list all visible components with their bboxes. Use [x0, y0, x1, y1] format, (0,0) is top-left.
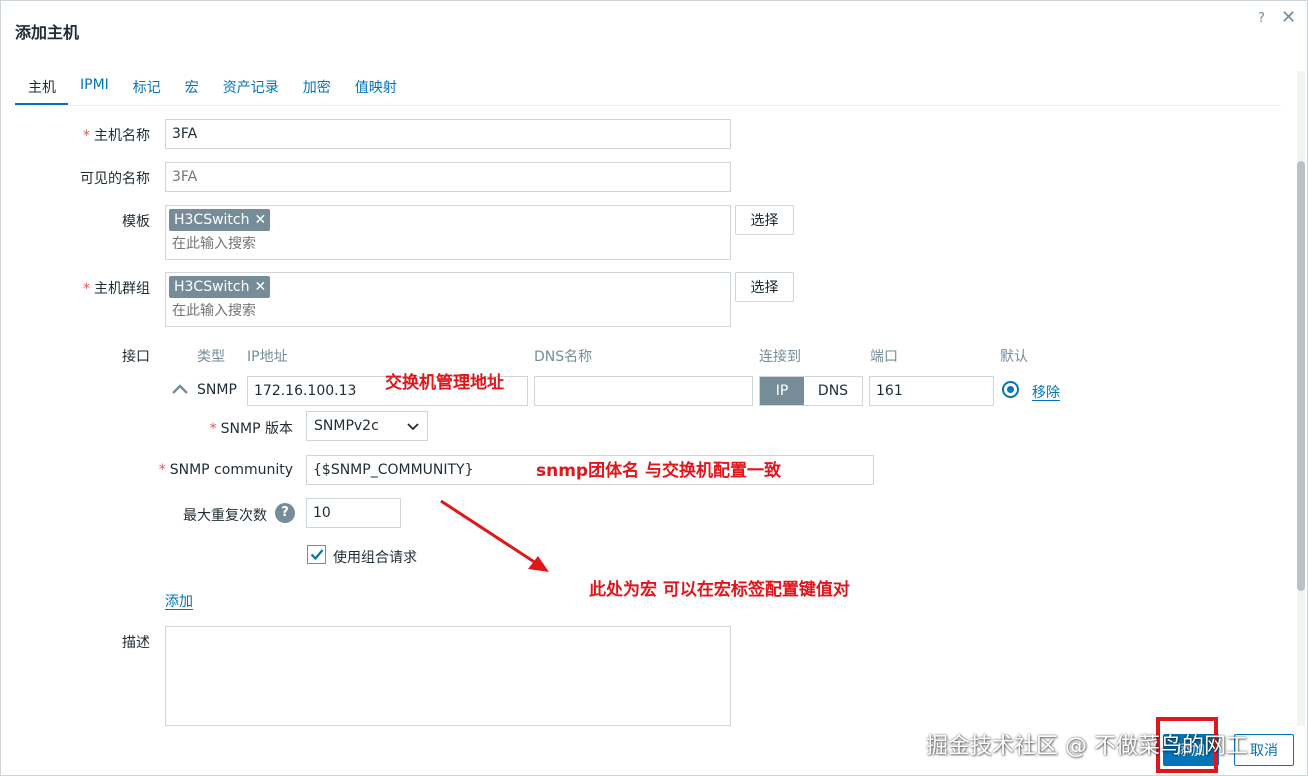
snmp-version-select[interactable]: SNMPv2c [306, 411, 428, 441]
chip-remove-icon[interactable]: ✕ [255, 279, 267, 295]
col-connect-to: 连接到 [759, 349, 801, 365]
ip-annotation: 交换机管理地址 [385, 373, 504, 393]
dialog-title: 添加主机 [15, 23, 80, 42]
max-repetitions-label: 最大重复次数 [183, 508, 267, 524]
tab-host[interactable]: 主机 [15, 77, 68, 105]
macro-annotation: 此处为宏 可以在宏标签配置键值对 [589, 580, 850, 600]
tab-macros[interactable]: 宏 [173, 77, 211, 105]
host-group-chip: H3CSwitch ✕ [169, 276, 271, 298]
chevron-up-icon[interactable] [171, 382, 189, 396]
default-interface-radio[interactable] [1002, 381, 1019, 398]
templates-select-button[interactable]: 选择 [735, 205, 794, 235]
tabs-divider [15, 105, 1281, 106]
host-name-input[interactable] [165, 119, 731, 149]
snmp-community-label: * SNMP community [158, 462, 293, 478]
add-interface-link[interactable]: 添加 [165, 591, 193, 611]
watermark: 掘金技术社区 @ 不做菜鸟的网工 [926, 734, 1248, 759]
col-ip: IP地址 [247, 349, 288, 365]
template-chip: H3CSwitch ✕ [169, 209, 271, 231]
templates-multiselect[interactable]: H3CSwitch ✕ [165, 205, 731, 260]
scrollbar-thumb[interactable] [1297, 161, 1305, 591]
tab-inventory[interactable]: 资产记录 [211, 77, 291, 105]
remove-interface-link[interactable]: 移除 [1032, 382, 1060, 402]
snmp-version-label: * SNMP 版本 [209, 421, 293, 437]
max-repetitions-input[interactable] [306, 498, 401, 528]
connect-dns-option[interactable]: DNS [804, 377, 862, 405]
templates-search-input[interactable] [172, 236, 572, 252]
host-groups-label: * 主机群组 [83, 281, 150, 297]
checkmark-icon [310, 549, 324, 561]
connect-ip-option[interactable]: IP [760, 377, 804, 405]
help-icon[interactable]: ? [1258, 11, 1265, 26]
annotation-arrow [440, 499, 549, 572]
col-type: 类型 [197, 349, 225, 365]
community-annotation: snmp团体名 与交换机配置一致 [536, 461, 782, 481]
host-groups-select-button[interactable]: 选择 [735, 272, 794, 302]
templates-label: 模板 [122, 214, 150, 230]
tab-value-mapping[interactable]: 值映射 [343, 77, 409, 105]
tab-tags[interactable]: 标记 [121, 77, 173, 105]
interfaces-label: 接口 [122, 349, 150, 365]
host-groups-multiselect[interactable]: H3CSwitch ✕ [165, 272, 731, 327]
dns-name-input[interactable] [534, 376, 753, 406]
port-input[interactable] [869, 376, 994, 406]
bulk-requests-checkbox[interactable] [307, 545, 326, 564]
host-name-label: * 主机名称 [83, 128, 150, 144]
bulk-requests-label: 使用组合请求 [333, 550, 417, 566]
question-mark-icon[interactable]: ? [275, 503, 295, 523]
close-icon[interactable]: ✕ [1281, 7, 1296, 28]
chip-remove-icon[interactable]: ✕ [255, 212, 267, 228]
description-label: 描述 [122, 635, 150, 651]
add-host-dialog: 添加主机 ? ✕ 主机 IPMI 标记 宏 资产记录 加密 值映射 * 主机名称 … [0, 0, 1308, 776]
visible-name-input[interactable] [165, 162, 731, 192]
interface-type: SNMP [197, 382, 237, 398]
col-port: 端口 [870, 349, 898, 365]
chevron-down-icon [407, 423, 419, 431]
connect-to-toggle: IP DNS [759, 376, 863, 406]
host-groups-search-input[interactable] [172, 303, 572, 319]
col-dns: DNS名称 [534, 349, 593, 365]
tab-ipmi[interactable]: IPMI [68, 77, 121, 105]
col-default: 默认 [1000, 349, 1028, 365]
visible-name-label: 可见的名称 [80, 171, 150, 187]
tab-bar: 主机 IPMI 标记 宏 资产记录 加密 值映射 [15, 77, 409, 105]
tab-encryption[interactable]: 加密 [291, 77, 343, 105]
description-textarea[interactable] [165, 626, 731, 726]
